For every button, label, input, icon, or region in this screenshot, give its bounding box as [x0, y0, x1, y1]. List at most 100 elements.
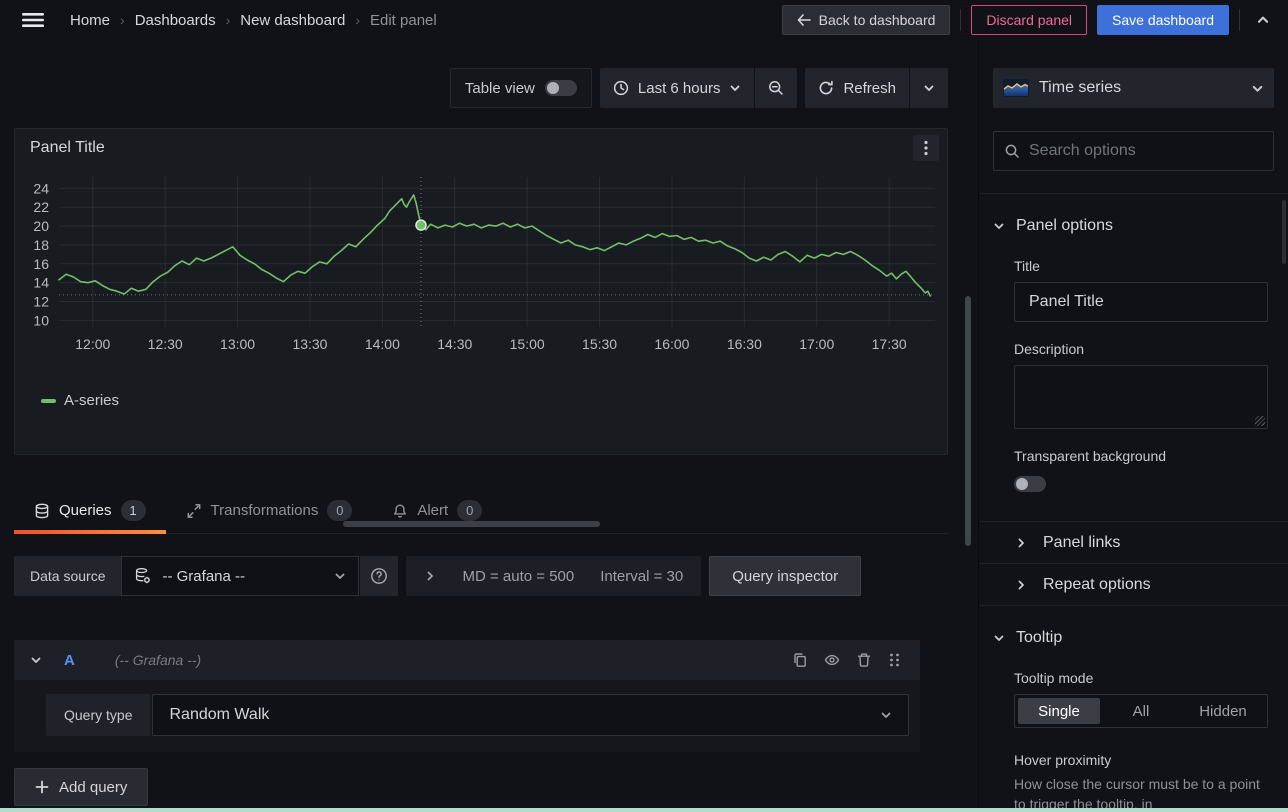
tab-alert[interactable]: Alert 0: [372, 488, 502, 533]
tab-label: Transformations: [211, 502, 319, 519]
zoom-out-time-button[interactable]: [755, 68, 797, 108]
grafana-edit-panel-window: Home Dashboards New dashboard Edit panel…: [0, 0, 1288, 812]
save-dashboard-button[interactable]: Save dashboard: [1097, 5, 1229, 35]
chevron-right-icon: [1015, 537, 1027, 549]
legend-label: A-series: [64, 392, 119, 409]
svg-text:14: 14: [33, 275, 49, 291]
tab-label: Alert: [417, 502, 448, 519]
arrow-left-icon: [797, 14, 811, 26]
time-picker-group: Last 6 hours: [600, 68, 798, 108]
query-options-collapse[interactable]: MD = auto = 500 Interval = 30: [406, 556, 701, 596]
trash-icon: [856, 652, 872, 668]
panel-links-label: Panel links: [1043, 534, 1120, 552]
datasource-label: Data source: [14, 556, 121, 596]
legend-item-a-series[interactable]: A-series: [15, 386, 947, 409]
toggle-query-visibility-button[interactable]: [821, 649, 843, 671]
tooltip-mode-hidden[interactable]: Hidden: [1182, 698, 1264, 724]
svg-text:22: 22: [33, 199, 49, 215]
breadcrumb-home[interactable]: Home: [70, 12, 110, 29]
options-search-input[interactable]: [1029, 142, 1263, 160]
main-vertical-scrollbar[interactable]: [965, 296, 971, 546]
tab-queries[interactable]: Queries 1: [14, 488, 166, 533]
drag-handle-icon: [888, 652, 901, 668]
duplicate-query-button[interactable]: [789, 649, 811, 671]
time-series-chart[interactable]: 12:0012:3013:0013:3014:0014:3015:0015:30…: [15, 167, 947, 386]
drag-query-handle[interactable]: [885, 649, 904, 671]
breadcrumb-edit-panel: Edit panel: [370, 12, 437, 29]
panel-options-section-header[interactable]: Panel options: [993, 213, 1113, 239]
svg-text:14:00: 14:00: [365, 336, 400, 352]
time-range-picker[interactable]: Last 6 hours: [600, 68, 755, 108]
svg-text:17:30: 17:30: [872, 336, 907, 352]
time-range-label: Last 6 hours: [638, 80, 721, 97]
svg-text:13:30: 13:30: [292, 336, 327, 352]
divider: [979, 193, 1288, 194]
chevron-down-icon: [993, 220, 1005, 232]
description-label: Description: [1014, 341, 1274, 357]
query-type-value: Random Walk: [169, 706, 269, 724]
repeat-options-label: Repeat options: [1043, 576, 1151, 594]
query-datasource-hint: (-- Grafana --): [115, 652, 201, 668]
tooltip-heading: Tooltip: [1016, 629, 1062, 647]
tab-transformations[interactable]: Transformations 0: [166, 488, 373, 533]
breadcrumb-new-dashboard[interactable]: New dashboard: [240, 12, 345, 29]
panel-description-textarea[interactable]: [1014, 365, 1268, 429]
editor-tabs: Queries 1 Transformations 0 Alert 0: [14, 488, 948, 534]
refresh-icon: [818, 80, 834, 96]
delete-query-button[interactable]: [853, 649, 875, 671]
tooltip-mode-single[interactable]: Single: [1018, 698, 1100, 724]
table-view-group: Table view: [450, 68, 592, 108]
divider: [979, 605, 1288, 606]
add-query-button[interactable]: Add query: [14, 768, 148, 806]
panel-title-input[interactable]: [1014, 282, 1268, 322]
chevron-down-icon: [1251, 82, 1264, 95]
transparent-background-toggle[interactable]: [1014, 476, 1046, 492]
divider: [960, 9, 961, 31]
svg-text:17:00: 17:00: [799, 336, 834, 352]
database-gear-icon: [134, 567, 152, 585]
svg-text:12: 12: [33, 294, 49, 310]
discard-panel-button[interactable]: Discard panel: [971, 5, 1087, 35]
title-field: Title: [1014, 258, 1274, 322]
back-to-dashboard-button[interactable]: Back to dashboard: [782, 5, 951, 35]
search-icon: [1004, 143, 1020, 159]
svg-text:16:00: 16:00: [654, 336, 689, 352]
tab-label: Queries: [59, 502, 112, 519]
query-editor-body: Query type Random Walk: [14, 680, 920, 752]
refresh-button[interactable]: Refresh: [805, 68, 909, 108]
datasource-help-button[interactable]: [360, 556, 398, 596]
tooltip-mode-radio-group: Single All Hidden: [1014, 694, 1268, 728]
panel-links-section[interactable]: Panel links: [993, 522, 1274, 563]
breadcrumb-separator: [353, 12, 362, 28]
clock-icon: [613, 80, 629, 96]
sidebar-scrollbar[interactable]: [1282, 200, 1286, 264]
svg-text:12:30: 12:30: [148, 336, 183, 352]
query-inspector-button[interactable]: Query inspector: [709, 556, 861, 596]
refresh-interval-dropdown[interactable]: [910, 68, 948, 108]
tooltip-mode-all[interactable]: All: [1100, 698, 1182, 724]
svg-text:24: 24: [33, 180, 49, 196]
interval-summary: Interval = 30: [600, 568, 683, 585]
query-row-header[interactable]: A (-- Grafana --): [14, 640, 920, 680]
menu-toggle-button[interactable]: [18, 8, 48, 32]
title-label: Title: [1014, 258, 1274, 274]
datasource-picker[interactable]: -- Grafana --: [121, 556, 359, 596]
tooltip-section-header[interactable]: Tooltip: [993, 625, 1062, 651]
svg-text:15:00: 15:00: [510, 336, 545, 352]
bell-icon: [392, 503, 408, 519]
visualization-picker[interactable]: Time series: [993, 68, 1274, 108]
repeat-options-section[interactable]: Repeat options: [993, 564, 1274, 605]
breadcrumb-dashboards[interactable]: Dashboards: [135, 12, 216, 29]
svg-text:18: 18: [33, 237, 49, 253]
edit-panel-main: Table view Last 6 hours: [0, 40, 978, 812]
bottom-accent-bar: [0, 808, 1288, 812]
svg-text:14:30: 14:30: [437, 336, 472, 352]
chevron-down-icon: [993, 632, 1005, 644]
collapse-header-button[interactable]: [1250, 7, 1276, 33]
table-view-toggle[interactable]: [545, 80, 577, 96]
query-type-select[interactable]: Random Walk: [152, 694, 909, 736]
panel-menu-button[interactable]: [913, 135, 939, 161]
time-series-viz-icon: [1003, 79, 1029, 97]
svg-text:13:00: 13:00: [220, 336, 255, 352]
query-editor-row-a: A (-- Grafana --): [14, 640, 920, 752]
